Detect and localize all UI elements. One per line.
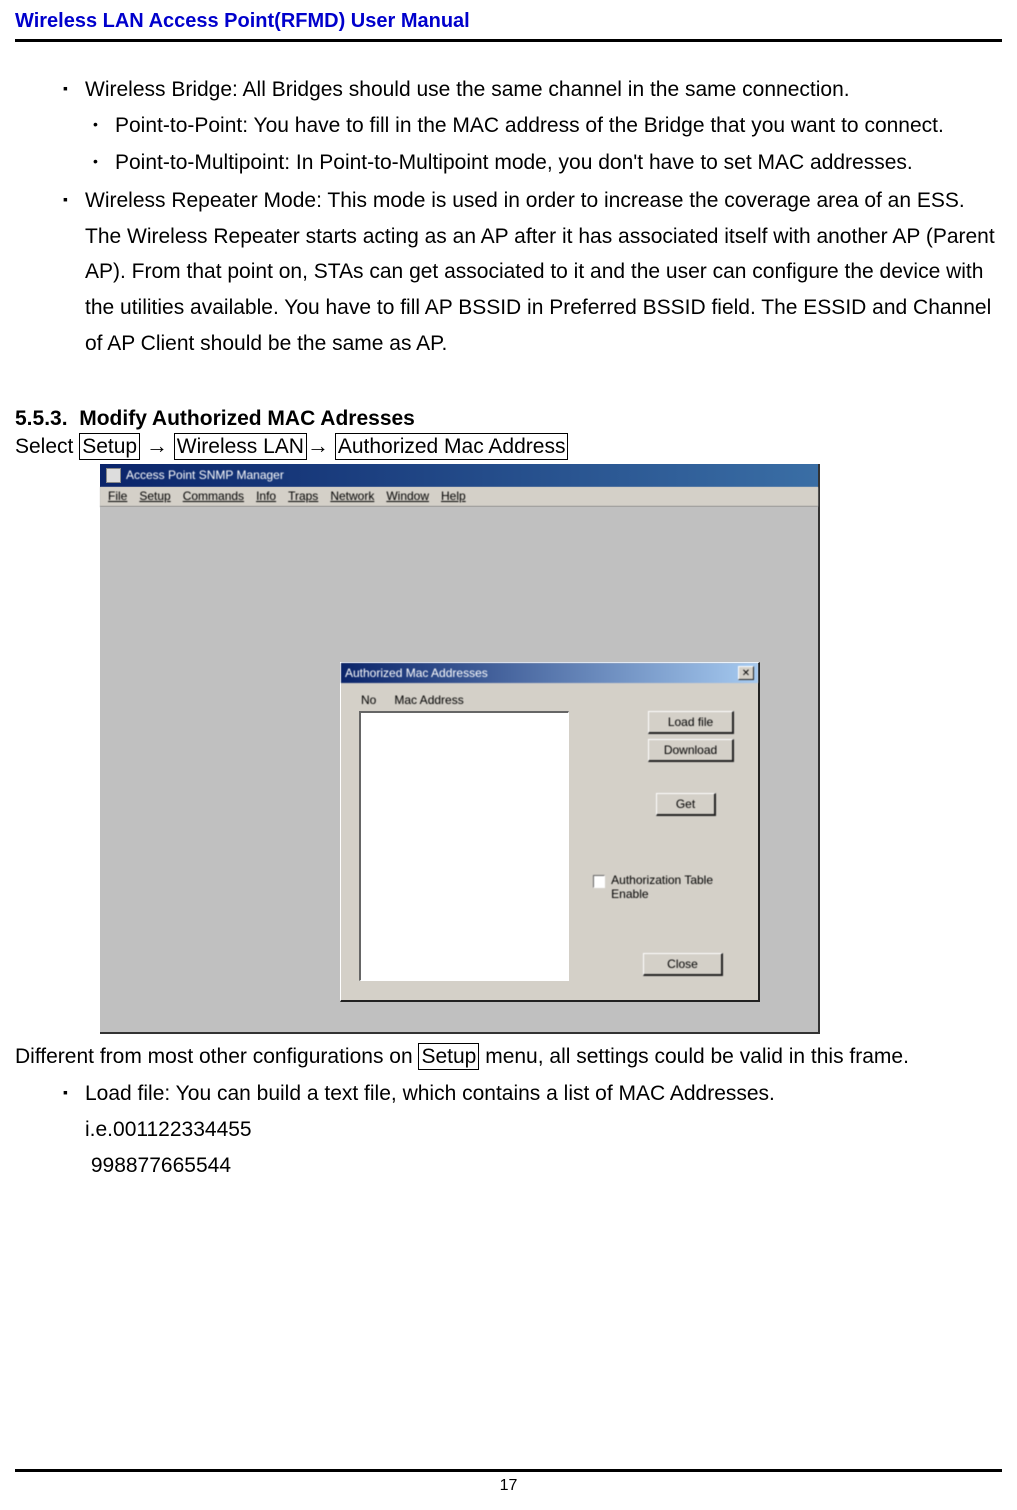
menu-bar: File Setup Commands Info Traps Network W…	[100, 487, 818, 507]
get-button[interactable]: Get	[656, 793, 716, 816]
section-heading: 5.5.3. Modify Authorized MAC Adresses	[15, 407, 1002, 431]
ie-label: i.e.	[85, 1118, 113, 1141]
arrow-icon: →	[307, 433, 329, 458]
select-prefix: Select	[15, 435, 79, 458]
app-icon	[106, 468, 121, 483]
bullet-loadfile-text: Load file: You can build a text file, wh…	[85, 1082, 775, 1105]
download-button[interactable]: Download	[648, 739, 734, 762]
mac-example-1: 001122334455	[113, 1118, 252, 1141]
nav-setup: Setup	[79, 433, 140, 460]
page-footer: 17	[15, 1449, 1002, 1495]
arrow-icon: →	[146, 433, 168, 458]
close-button[interactable]: Close	[643, 953, 723, 976]
mac-listbox[interactable]	[359, 711, 569, 981]
mac-example-2: 998877665544	[91, 1154, 231, 1177]
menu-traps[interactable]: Traps	[288, 489, 318, 503]
after-screenshot-para: Different from most other configurations…	[15, 1039, 1002, 1075]
col-mac: Mac Address	[394, 693, 463, 707]
after-text-a: Different from most other configurations…	[15, 1045, 418, 1068]
close-icon[interactable]: ✕	[738, 666, 754, 680]
bullet-loadfile: Load file: You can build a text file, wh…	[85, 1076, 1002, 1183]
section-title: Modify Authorized MAC Adresses	[79, 407, 415, 430]
nav-wlan: Wireless LAN	[174, 433, 307, 460]
loadfile-list: Load file: You can build a text file, wh…	[15, 1076, 1002, 1183]
menu-setup[interactable]: Setup	[139, 489, 170, 503]
menu-commands[interactable]: Commands	[183, 489, 244, 503]
app-client-area: Authorized Mac Addresses ✕ No Mac Addres…	[100, 507, 818, 1032]
col-no: No	[361, 693, 391, 707]
setup-boxed: Setup	[418, 1043, 479, 1070]
bullet-repeater-mode: Wireless Repeater Mode: This mode is use…	[85, 183, 1002, 361]
nav-path: Select Setup → Wireless LAN→ Authorized …	[15, 433, 1002, 459]
bullet-ptmp: Point-to-Multipoint: In Point-to-Multipo…	[115, 145, 1002, 181]
nav-ama: Authorized Mac Address	[335, 433, 569, 460]
main-list: Wireless Bridge: All Bridges should use …	[15, 72, 1002, 362]
window-title: Access Point SNMP Manager	[126, 468, 284, 482]
auth-enable-label: Authorization Table Enable	[611, 873, 743, 902]
bullet-wireless-bridge-text: Wireless Bridge: All Bridges should use …	[85, 78, 850, 101]
menu-info[interactable]: Info	[256, 489, 276, 503]
after-text-b: menu, all settings could be valid in thi…	[479, 1045, 909, 1068]
authorized-mac-dialog: Authorized Mac Addresses ✕ No Mac Addres…	[340, 662, 760, 1002]
loadfile-button[interactable]: Load file	[648, 711, 734, 734]
page-number: 17	[500, 1477, 518, 1494]
dialog-title: Authorized Mac Addresses	[345, 666, 488, 680]
list-header: No Mac Address	[361, 693, 464, 707]
window-titlebar[interactable]: Access Point SNMP Manager	[100, 464, 818, 487]
ie-line1: i.e.001122334455	[85, 1112, 1002, 1148]
auth-enable-checkbox[interactable]	[593, 875, 605, 888]
page-header: Wireless LAN Access Point(RFMD) User Man…	[15, 10, 1002, 42]
auth-enable-checkbox-wrap: Authorization Table Enable	[593, 873, 743, 902]
app-screenshot: Access Point SNMP Manager File Setup Com…	[100, 464, 820, 1034]
sub-list: Point-to-Point: You have to fill in the …	[85, 108, 1002, 181]
menu-file[interactable]: File	[108, 489, 127, 503]
menu-network[interactable]: Network	[330, 489, 374, 503]
section-number: 5.5.3.	[15, 407, 68, 430]
bullet-wireless-bridge: Wireless Bridge: All Bridges should use …	[85, 72, 1002, 181]
menu-window[interactable]: Window	[386, 489, 429, 503]
ie-line2: 998877665544	[85, 1148, 1002, 1184]
bullet-ptp: Point-to-Point: You have to fill in the …	[115, 108, 1002, 144]
menu-help[interactable]: Help	[441, 489, 466, 503]
dialog-titlebar[interactable]: Authorized Mac Addresses ✕	[341, 663, 758, 683]
